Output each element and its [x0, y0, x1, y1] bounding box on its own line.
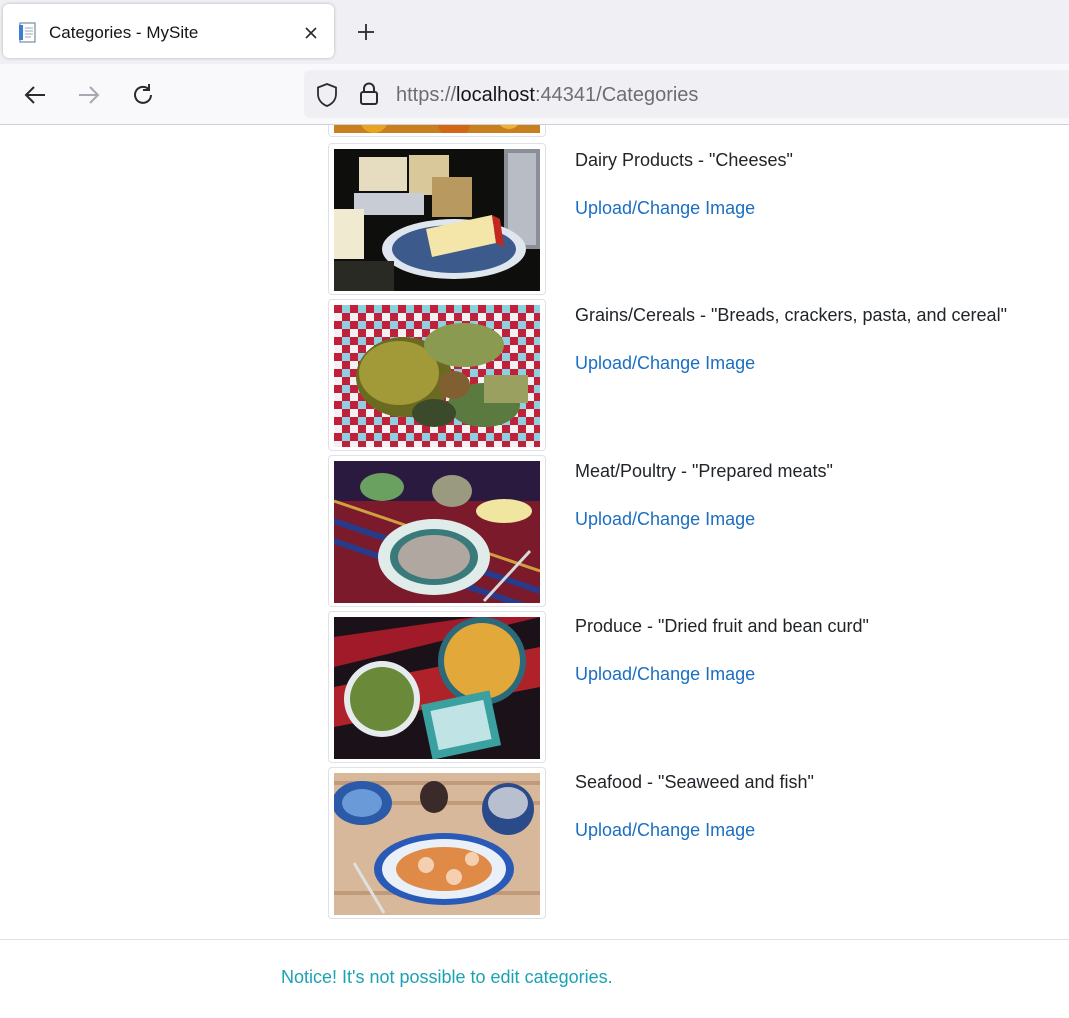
category-thumbnail: [328, 455, 546, 607]
footer-notice: Notice! It's not possible to edit catego…: [281, 967, 613, 987]
page-favicon-icon: [17, 22, 39, 44]
url-scheme: https://: [396, 84, 457, 106]
tracking-protection-shield-icon[interactable]: [314, 82, 340, 108]
url-text[interactable]: https://localhost:44341/Categories: [396, 83, 698, 107]
category-name: Dairy Products - "Cheeses": [575, 150, 793, 170]
category-name: Grains/Cereals - "Breads, crackers, past…: [575, 305, 1007, 325]
category-name: Produce - "Dried fruit and bean curd": [575, 616, 869, 636]
page-content: Dairy Products - "Cheeses" Upload/Change…: [0, 125, 1069, 1018]
breads-photo: [334, 305, 540, 447]
url-path: :44341/Categories: [534, 84, 699, 106]
cheeses-photo: [334, 149, 540, 291]
upload-change-image-link[interactable]: Upload/Change Image: [575, 508, 755, 530]
seafood-photo: [334, 773, 540, 915]
category-photo-partial: [334, 125, 540, 133]
forward-arrow-icon[interactable]: [74, 80, 104, 110]
lock-icon[interactable]: [357, 81, 381, 107]
tab-strip: Categories - MySite: [0, 0, 1069, 64]
url-host: localhost: [456, 84, 535, 106]
category-name: Seafood - "Seaweed and fish": [575, 772, 814, 792]
navigation-toolbar: https://localhost:44341/Categories: [0, 64, 1069, 125]
new-tab-plus-icon[interactable]: [352, 18, 380, 46]
upload-change-image-link[interactable]: Upload/Change Image: [575, 663, 755, 685]
category-thumbnail-partial: [328, 125, 546, 137]
back-arrow-icon[interactable]: [20, 80, 50, 110]
reload-icon[interactable]: [128, 80, 158, 110]
upload-change-image-link[interactable]: Upload/Change Image: [575, 197, 755, 219]
category-thumbnail: [328, 611, 546, 763]
category-thumbnail: [328, 767, 546, 919]
meats-photo: [334, 461, 540, 603]
category-thumbnail: [328, 299, 546, 451]
footer-divider: [0, 939, 1069, 940]
close-tab-icon[interactable]: [299, 21, 323, 45]
produce-photo: [334, 617, 540, 759]
active-tab[interactable]: Categories - MySite: [3, 4, 334, 58]
upload-change-image-link[interactable]: Upload/Change Image: [575, 819, 755, 841]
tab-title: Categories - MySite: [49, 23, 199, 42]
upload-change-image-link[interactable]: Upload/Change Image: [575, 352, 755, 374]
category-thumbnail: [328, 143, 546, 295]
address-bar[interactable]: https://localhost:44341/Categories: [304, 70, 1069, 118]
category-name: Meat/Poultry - "Prepared meats": [575, 461, 833, 481]
